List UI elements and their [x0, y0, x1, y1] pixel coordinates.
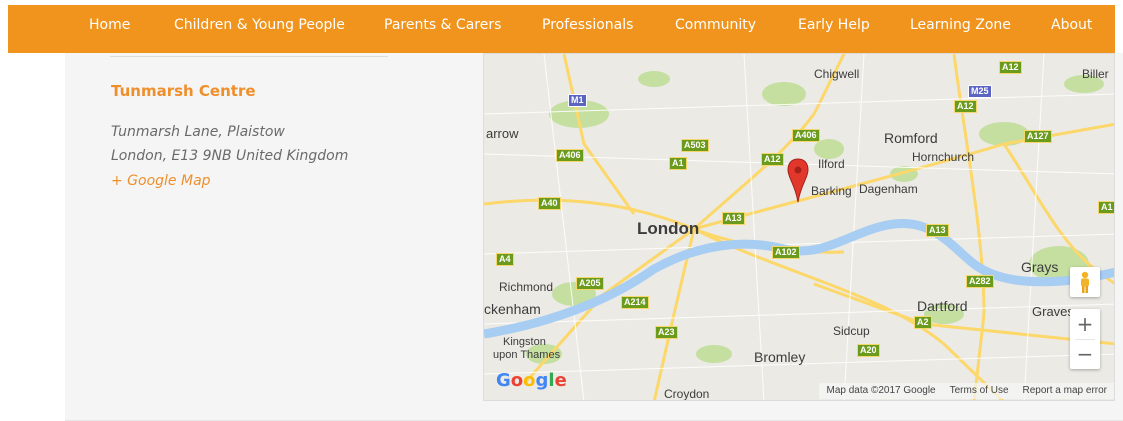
place-label: Dartford [917, 298, 968, 314]
road-shield: M25 [968, 85, 992, 98]
nav-professionals[interactable]: Professionals [542, 17, 633, 33]
road-shield: A406 [556, 149, 584, 162]
place-label: Hornchurch [912, 150, 975, 164]
place-label: London [637, 219, 700, 238]
road-shield: A40 [538, 197, 561, 210]
nav-learning-zone[interactable]: Learning Zone [910, 17, 1011, 33]
main-navigation: Home Children & Young People Parents & C… [8, 5, 1115, 53]
place-label: ckenham [484, 301, 541, 317]
road-shield: A503 [681, 139, 709, 152]
nav-community[interactable]: Community [675, 17, 756, 33]
place-label: Bromley [754, 349, 806, 365]
road-shield: A1 [669, 157, 687, 170]
nav-children-young-people[interactable]: Children & Young People [174, 17, 345, 33]
place-label: Richmond [499, 280, 554, 294]
map-attribution: Map data ©2017 Google [826, 385, 936, 396]
nav-about[interactable]: About [1051, 17, 1092, 33]
place-label: upon Thames [493, 349, 561, 361]
road-shield: A1 [1098, 201, 1114, 214]
place-label: Croydon [664, 387, 710, 401]
venue-address-line1: Tunmarsh Lane, Plaistow [111, 124, 285, 140]
place-label: Romford [884, 130, 938, 146]
embedded-map[interactable]: Chigwell Biller arrow Romford Ilford Hor… [483, 53, 1115, 401]
zoom-in-button[interactable]: + [1070, 309, 1100, 339]
road-shield: M1 [568, 94, 587, 107]
place-label: Graves [1032, 304, 1074, 319]
terms-of-use-link[interactable]: Terms of Use [943, 383, 1016, 399]
road-shield: A20 [857, 344, 880, 357]
road-shield: A12 [954, 100, 977, 113]
road-shield: A12 [999, 61, 1022, 74]
place-label: arrow [486, 126, 519, 141]
road-shield: A282 [966, 275, 994, 288]
road-shield: A127 [1024, 130, 1052, 143]
road-shield: A214 [621, 296, 649, 309]
pegman-icon [1081, 271, 1089, 293]
place-label: Sidcup [833, 324, 870, 338]
road-shield: A2 [914, 316, 932, 329]
road-shield: A406 [792, 129, 820, 142]
road-shield: A12 [761, 153, 784, 166]
venue-title: Tunmarsh Centre [111, 82, 256, 100]
google-logo: Google [496, 370, 567, 391]
map-footer: Map data ©2017 Google Terms of Use Repor… [819, 383, 1114, 399]
venue-address-line2: London, E13 9NB United Kingdom [111, 148, 349, 164]
place-label: Biller [1082, 67, 1109, 81]
road-shield: A23 [655, 326, 678, 339]
nav-home[interactable]: Home [89, 17, 130, 33]
road-shield: A13 [926, 224, 949, 237]
street-view-pegman-button[interactable] [1070, 267, 1100, 297]
location-pin-icon[interactable] [787, 158, 809, 204]
zoom-out-button[interactable]: − [1070, 339, 1100, 369]
zoom-controls: + − [1070, 309, 1100, 369]
place-label: Chigwell [814, 67, 860, 81]
google-map-link[interactable]: + Google Map [111, 173, 211, 189]
road-shield: A13 [722, 212, 745, 225]
place-label: Barking [811, 184, 852, 198]
place-label: Grays [1021, 259, 1059, 275]
place-label: Ilford [818, 157, 845, 171]
place-label: Kingston [503, 336, 546, 348]
nav-early-help[interactable]: Early Help [798, 17, 870, 33]
road-shield: A4 [496, 253, 514, 266]
nav-parents-carers[interactable]: Parents & Carers [384, 17, 501, 33]
report-map-error-link[interactable]: Report a map error [1016, 383, 1114, 399]
road-shield: A205 [576, 277, 604, 290]
place-label: Dagenham [859, 182, 918, 196]
road-shield: A102 [772, 246, 800, 259]
section-divider [110, 56, 388, 57]
